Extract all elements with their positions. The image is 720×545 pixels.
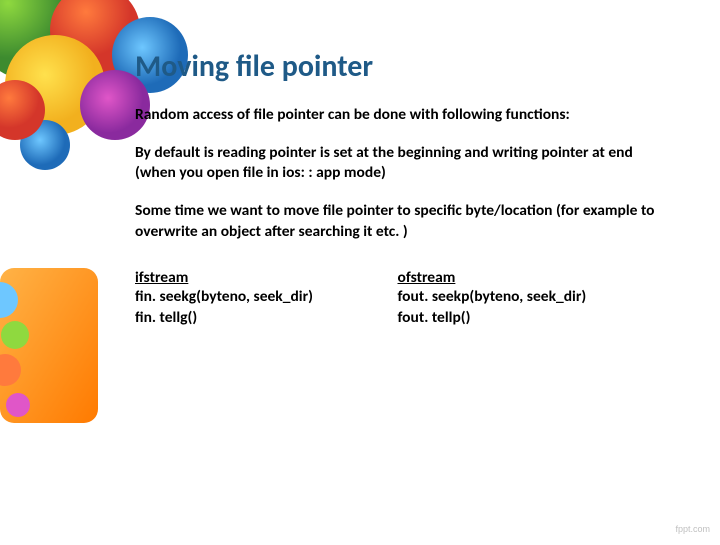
ifstream-column: ifstream fin. seekg(byteno, seek_dir) fi… — [135, 268, 398, 329]
ofstream-header: ofstream — [398, 268, 661, 287]
ifstream-tellg: fin. tellg() — [135, 308, 398, 329]
ifstream-header: ifstream — [135, 268, 398, 287]
ifstream-seekg: fin. seekg(byteno, seek_dir) — [135, 287, 398, 308]
ofstream-seekp: fout. seekp(byteno, seek_dir) — [398, 287, 661, 308]
paragraph-3: Some time we want to move file pointer t… — [135, 201, 660, 241]
ofstream-tellp: fout. tellp() — [398, 308, 661, 329]
slide-content: Moving file pointer Random access of fil… — [0, 0, 720, 329]
footer-credit: fppt.com — [675, 524, 710, 534]
ofstream-column: ofstream fout. seekp(byteno, seek_dir) f… — [398, 268, 661, 329]
code-columns: ifstream fin. seekg(byteno, seek_dir) fi… — [135, 268, 660, 329]
paragraph-1: Random access of file pointer can be don… — [135, 105, 660, 125]
slide-title: Moving file pointer — [135, 50, 660, 83]
paragraph-2: By default is reading pointer is set at … — [135, 143, 660, 183]
